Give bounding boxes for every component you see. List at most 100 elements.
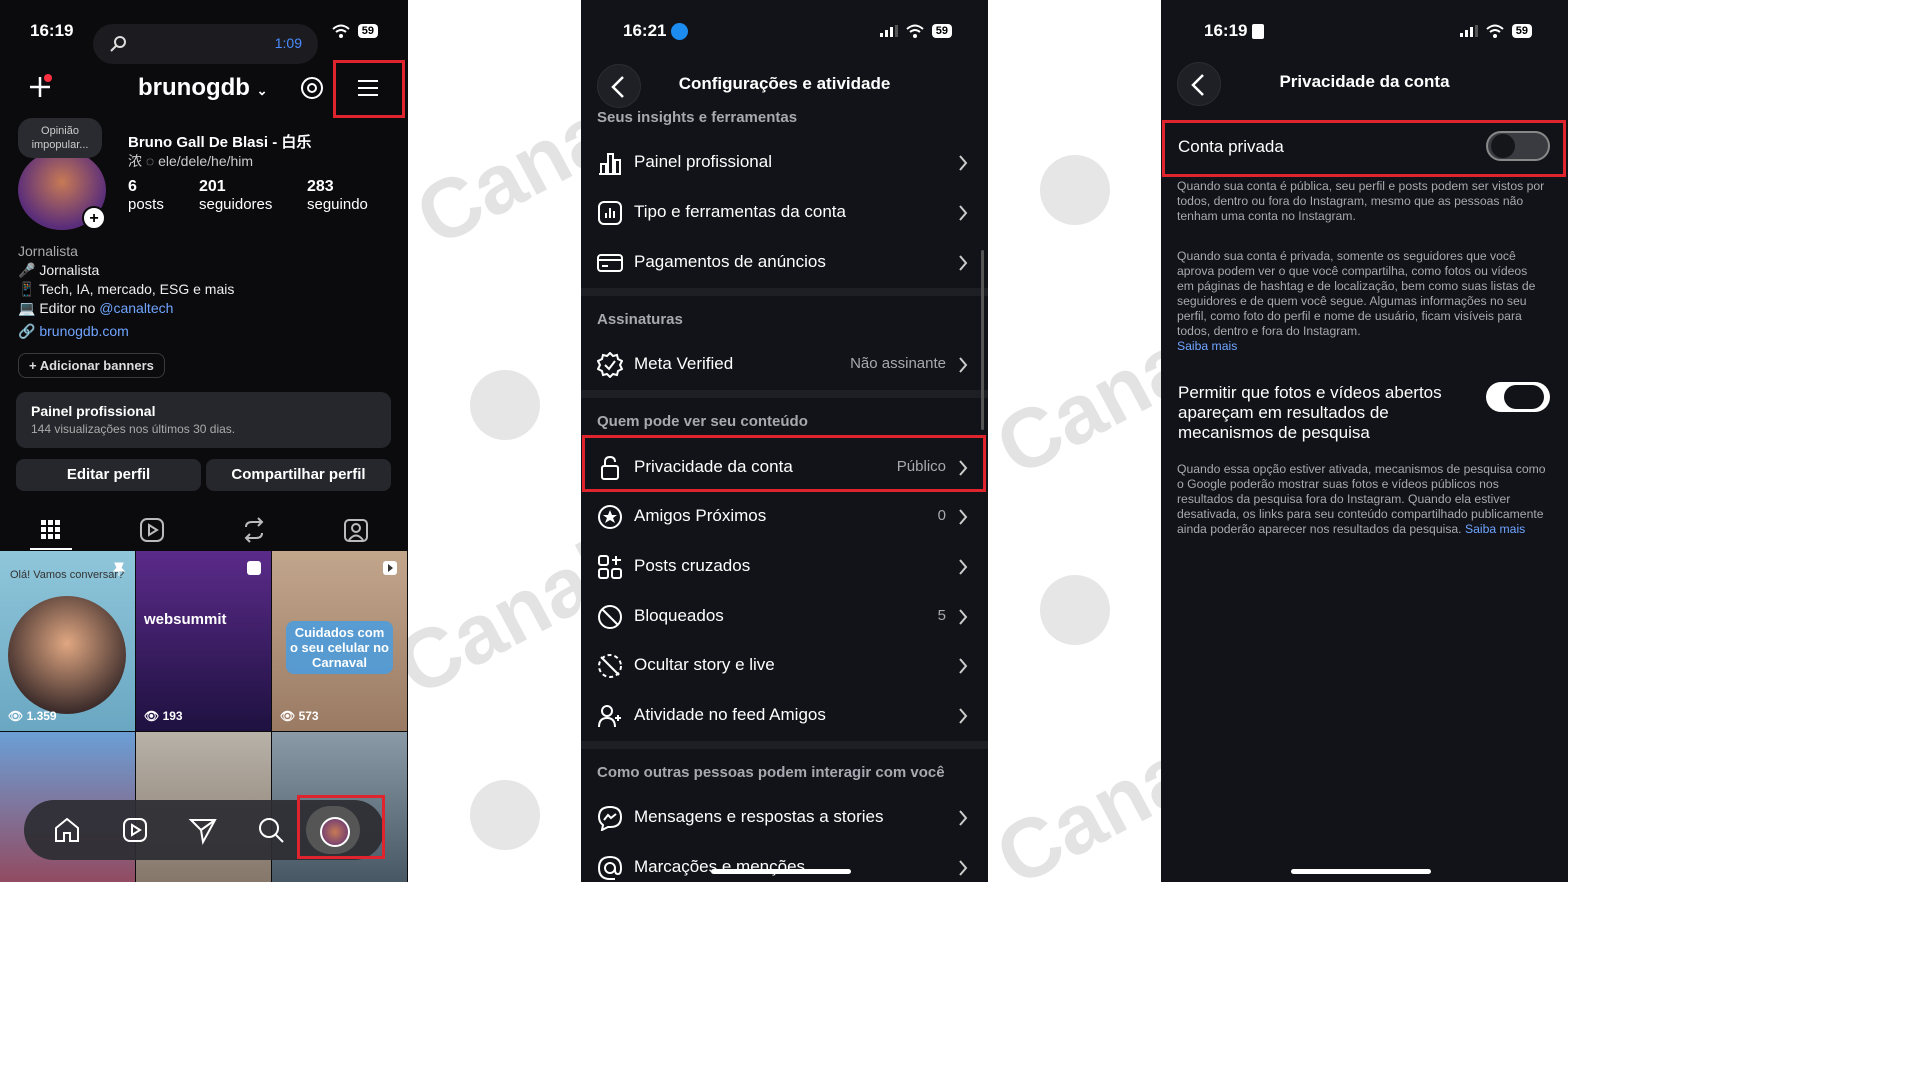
verified-badge-icon: [597, 352, 623, 378]
active-tab-indicator: [30, 548, 72, 550]
friends-icon: [598, 705, 621, 728]
post-thumbnail[interactable]: Cuidados com o seu celular no Carnaval 👁…: [272, 551, 407, 731]
bio-line: 🎤 Jornalista: [18, 262, 100, 278]
dynamic-island: 1:09: [93, 24, 318, 64]
chevron-right-icon: [959, 205, 968, 221]
stat-followers[interactable]: 201 seguidores: [199, 178, 272, 213]
post-overlay-text: websummit: [144, 611, 227, 628]
pro-dashboard-card[interactable]: Painel profissional 144 visualizações no…: [16, 392, 391, 448]
settings-row-hide-story[interactable]: Ocultar story e live: [581, 641, 988, 691]
settings-row-ad-payments[interactable]: Pagamentos de anúncios: [581, 238, 988, 288]
status-time: 16:19: [1204, 21, 1265, 41]
view-count: 👁 193: [144, 709, 183, 723]
chevron-right-icon: [959, 509, 968, 525]
settings-row-account-type[interactable]: Tipo e ferramentas da conta: [581, 188, 988, 238]
scrollbar[interactable]: [981, 250, 984, 430]
home-icon[interactable]: [51, 814, 83, 846]
tagged-tab-icon[interactable]: [340, 514, 372, 546]
battery-icon: 59: [1511, 24, 1532, 38]
privacy-highlight-box: [582, 435, 986, 492]
section-header: Quem pode ver seu conteúdo: [597, 413, 808, 430]
toggle-knob: [1504, 385, 1544, 409]
settings-row-professional-dashboard[interactable]: Painel profissional: [581, 138, 988, 188]
add-banners-button[interactable]: + Adicionar banners: [18, 353, 165, 378]
post-thumbnail[interactable]: websummit 👁 193: [136, 551, 271, 731]
toggle-highlight-box: [1162, 120, 1566, 177]
credit-card-icon: [597, 254, 623, 272]
private-account-description: Quando sua conta é privada, somente os s…: [1177, 249, 1547, 354]
row-label: Bloqueados: [634, 606, 724, 625]
timer-text: 1:09: [274, 35, 302, 51]
status-icons: 59: [879, 24, 952, 38]
send-icon[interactable]: [187, 814, 219, 846]
row-label: Painel profissional: [634, 152, 772, 171]
username-switcher[interactable]: brunogdb ⌄: [138, 74, 268, 102]
pro-title: Painel profissional: [31, 403, 156, 419]
status-time: 16:19: [30, 21, 74, 40]
settings-screen: 16:21 59 Configurações e atividade Seus …: [581, 0, 988, 882]
settings-row-crossposting[interactable]: Posts cruzados: [581, 542, 988, 592]
add-story-icon[interactable]: +: [82, 206, 106, 230]
settings-row-friends-feed[interactable]: Atividade no feed Amigos: [581, 691, 988, 741]
mention-link[interactable]: @canaltech: [99, 300, 173, 316]
reels-tab-icon[interactable]: [136, 514, 168, 546]
stat-following[interactable]: 283 seguindo: [307, 178, 368, 213]
time-text: 16:19: [1204, 21, 1248, 40]
chevron-right-icon: [959, 155, 968, 171]
threads-icon[interactable]: [300, 76, 324, 100]
wifi-icon: [906, 24, 924, 38]
chevron-right-icon: [959, 708, 968, 724]
grid-plus-icon: [598, 555, 622, 579]
search-icon[interactable]: [255, 814, 287, 846]
home-indicator: [1291, 869, 1431, 874]
learn-more-link[interactable]: Saiba mais: [1177, 339, 1237, 353]
wifi-icon: [1486, 24, 1504, 38]
edit-profile-button[interactable]: Editar perfil: [16, 459, 201, 491]
row-label: Amigos Próximos: [634, 506, 767, 525]
reels-icon[interactable]: [119, 814, 151, 846]
settings-row-blocked[interactable]: Bloqueados 5: [581, 592, 988, 642]
search-engine-row[interactable]: Permitir que fotos e vídeos abertos apar…: [1161, 380, 1568, 450]
stat-posts[interactable]: 6 posts: [128, 178, 164, 213]
post-thumbnail[interactable]: Olá! Vamos conversar? 👁 1.359: [0, 551, 135, 731]
learn-more-link[interactable]: Saiba mais: [1465, 522, 1525, 536]
settings-row-messages[interactable]: Mensagens e respostas a stories: [581, 793, 988, 843]
full-name: Bruno Gall De Blasi - 白乐: [128, 134, 312, 151]
add-icon[interactable]: [27, 74, 53, 100]
reel-icon: [383, 561, 397, 575]
chevron-right-icon: [959, 255, 968, 271]
bio-line: 💻 Editor no @canaltech: [18, 300, 173, 317]
row-label: Ocultar story e live: [634, 655, 775, 674]
pin-icon: [112, 562, 126, 576]
category-label: Jornalista: [18, 243, 78, 259]
settings-row-meta-verified[interactable]: Meta Verified Não assinante: [581, 340, 988, 390]
wifi-icon: [332, 24, 350, 38]
grid-tab-icon[interactable]: [35, 514, 67, 546]
search-icon: [110, 36, 126, 52]
at-icon: [597, 855, 623, 880]
time-text: 16:21: [623, 21, 667, 40]
share-profile-button[interactable]: Compartilhar perfil: [206, 459, 391, 491]
row-label: Mensagens e respostas a stories: [634, 807, 884, 826]
website-link[interactable]: 🔗 brunogdb.com: [18, 323, 129, 340]
row-label: Meta Verified: [634, 354, 734, 373]
row-label: Tipo e ferramentas da conta: [634, 202, 846, 221]
status-time: 16:21: [623, 21, 689, 41]
search-engine-toggle[interactable]: [1486, 382, 1550, 412]
hide-story-icon: [598, 654, 622, 678]
watermark-logo-icon: [1040, 575, 1110, 645]
signal-icon: [879, 25, 898, 37]
settings-row-close-friends[interactable]: Amigos Próximos 0: [581, 492, 988, 542]
settings-row-mentions[interactable]: Marcações e menções: [581, 843, 988, 882]
note-bubble[interactable]: Opinião impopular...: [18, 118, 102, 158]
settings-navbar: Configurações e atividade: [581, 64, 988, 108]
view-count: 👁 573: [280, 709, 319, 723]
composite-screenshot: Canaltech Canaltech Canaltech Canaltech …: [0, 0, 1568, 882]
username: brunogdb: [138, 74, 250, 101]
view-count: 👁 1.359: [8, 709, 57, 723]
reposts-tab-icon[interactable]: [238, 514, 270, 546]
home-indicator: [711, 869, 851, 874]
stat-number: 201: [199, 178, 226, 195]
divider: [581, 390, 988, 398]
battery-icon: 59: [931, 24, 952, 38]
